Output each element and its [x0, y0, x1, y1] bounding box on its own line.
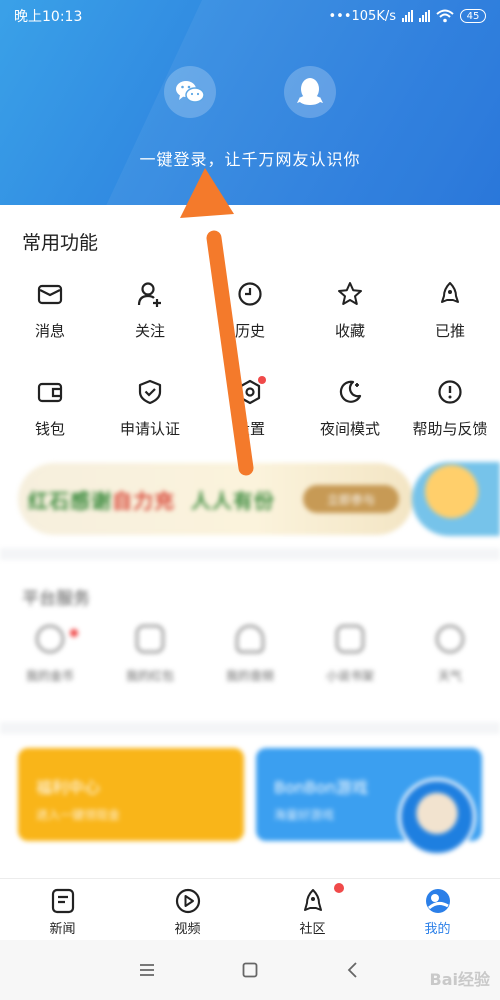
welfare-title: 福利中心	[36, 778, 101, 797]
status-time: 晚上10:13	[14, 9, 83, 25]
exclamation-icon	[438, 380, 462, 404]
tab-community-label: 社区	[299, 922, 326, 937]
star-icon	[338, 282, 362, 305]
status-bar: 晚上10:13 •••105K/s 45	[0, 0, 500, 32]
login-prompt[interactable]: 一键登录，让千万网友认识你	[0, 146, 500, 170]
platform-services-row: 我的金币 我的红包 我的音频 小说书架 天气	[0, 625, 500, 684]
network-speed: •••105K/s	[328, 8, 396, 24]
login-options	[0, 66, 500, 118]
weather-label: 天气	[437, 669, 462, 683]
my-red-packet-button[interactable]: 我的红包	[100, 625, 200, 684]
wifi-icon	[436, 9, 454, 23]
night-mode-button[interactable]: 夜间模式	[300, 360, 400, 458]
messages-label: 消息	[34, 322, 65, 340]
news-icon	[51, 888, 74, 914]
my-coins-label: 我的金币	[25, 669, 74, 683]
headphones-icon	[236, 625, 264, 653]
promo-banner-side[interactable]	[412, 462, 500, 536]
status-indicators: •••105K/s 45	[328, 9, 486, 24]
novel-shelf-button[interactable]: 小说书架	[300, 625, 400, 684]
common-functions-title: 常用功能	[22, 232, 99, 254]
menu-icon[interactable]	[138, 961, 156, 979]
common-functions-row-1: 消息 关注 历史 收藏 已推	[0, 262, 500, 360]
signal-icon	[402, 10, 413, 22]
wallet-button[interactable]: 钱包	[0, 360, 100, 458]
messages-button[interactable]: 消息	[0, 262, 100, 360]
signal-icon-2	[419, 10, 430, 22]
welfare-center-card[interactable]: 福利中心 进入一键领现金	[18, 748, 244, 841]
system-navigation-bar: Bai经验	[0, 940, 500, 1000]
my-audio-label: 我的音频	[225, 669, 274, 683]
book-icon	[336, 625, 364, 653]
platform-services-title: 平台服务	[22, 589, 90, 609]
settings-label: 设置	[234, 420, 265, 438]
play-icon	[175, 888, 200, 914]
qq-penguin-icon	[297, 78, 323, 105]
history-label: 历史	[234, 322, 265, 340]
coin-icon	[36, 625, 64, 653]
help-feedback-label: 帮助与反馈	[412, 420, 488, 438]
apply-verification-button[interactable]: 申请认证	[100, 360, 200, 458]
settings-button[interactable]: 设置	[200, 360, 300, 458]
cloud-icon	[436, 625, 464, 653]
wechat-icon	[176, 81, 205, 103]
my-coins-button[interactable]: 我的金币	[0, 625, 100, 684]
pushed-label: 已推	[434, 322, 465, 340]
home-square-icon[interactable]	[241, 961, 259, 979]
welfare-subtitle: 进入一键领现金	[36, 808, 121, 822]
favorites-button[interactable]: 收藏	[300, 262, 400, 360]
history-button[interactable]: 历史	[200, 262, 300, 360]
wallet-icon	[37, 382, 63, 403]
divider-2	[0, 722, 500, 734]
banner-slogan: 红石感谢自力充 人人有份	[28, 488, 275, 513]
tab-me-label: 我的	[424, 922, 451, 937]
tab-video[interactable]: 视频	[125, 879, 250, 940]
tab-news[interactable]: 新闻	[0, 879, 125, 940]
moon-icon	[339, 380, 362, 403]
message-envelope-icon	[37, 284, 63, 305]
floating-mascot-button[interactable]	[398, 778, 476, 856]
tab-community[interactable]: 社区	[250, 879, 375, 940]
settings-notification-dot	[258, 376, 266, 384]
my-audio-button[interactable]: 我的音频	[200, 625, 300, 684]
battery-icon: 45	[460, 9, 486, 23]
profile-icon	[425, 889, 450, 913]
apply-verification-label: 申请认证	[119, 420, 180, 438]
divider	[0, 548, 500, 560]
watermark: Bai经验	[429, 970, 490, 989]
favorites-label: 收藏	[334, 322, 365, 340]
common-functions-row-2: 钱包 申请认证 设置 夜间模式 帮助与反馈	[0, 360, 500, 458]
add-user-icon	[137, 282, 161, 307]
follow-label: 关注	[134, 322, 165, 340]
coins-notification-dot	[70, 629, 78, 637]
weather-button[interactable]: 天气	[400, 625, 500, 684]
help-feedback-button[interactable]: 帮助与反馈	[400, 360, 500, 458]
shield-check-icon	[138, 379, 162, 405]
bottom-navigation: 新闻 视频 社区 我的	[0, 878, 500, 940]
night-mode-label: 夜间模式	[319, 420, 380, 438]
qq-login-button[interactable]	[284, 66, 336, 118]
rocket-icon	[303, 889, 322, 911]
clock-icon	[238, 282, 262, 306]
red-packet-icon	[136, 625, 164, 653]
tab-video-label: 视频	[174, 922, 201, 937]
back-chevron-icon[interactable]	[344, 961, 362, 979]
community-notification-dot	[334, 883, 344, 893]
pushed-button[interactable]: 已推	[400, 262, 500, 360]
wallet-label: 钱包	[34, 420, 65, 438]
rocket-icon	[441, 282, 459, 303]
my-red-packet-label: 我的红包	[125, 669, 174, 683]
promo-banner[interactable]: 红石感谢自力充 人人有份 立即参与	[18, 463, 413, 535]
login-header: 晚上10:13 •••105K/s 45 一键登录，让千万网友认识你	[0, 0, 500, 205]
follow-button[interactable]: 关注	[100, 262, 200, 360]
tab-me[interactable]: 我的	[375, 879, 500, 940]
tab-news-label: 新闻	[49, 922, 76, 937]
wechat-login-button[interactable]	[164, 66, 216, 118]
banner-join-button[interactable]: 立即参与	[303, 485, 399, 513]
novel-shelf-label: 小说书架	[325, 669, 374, 683]
